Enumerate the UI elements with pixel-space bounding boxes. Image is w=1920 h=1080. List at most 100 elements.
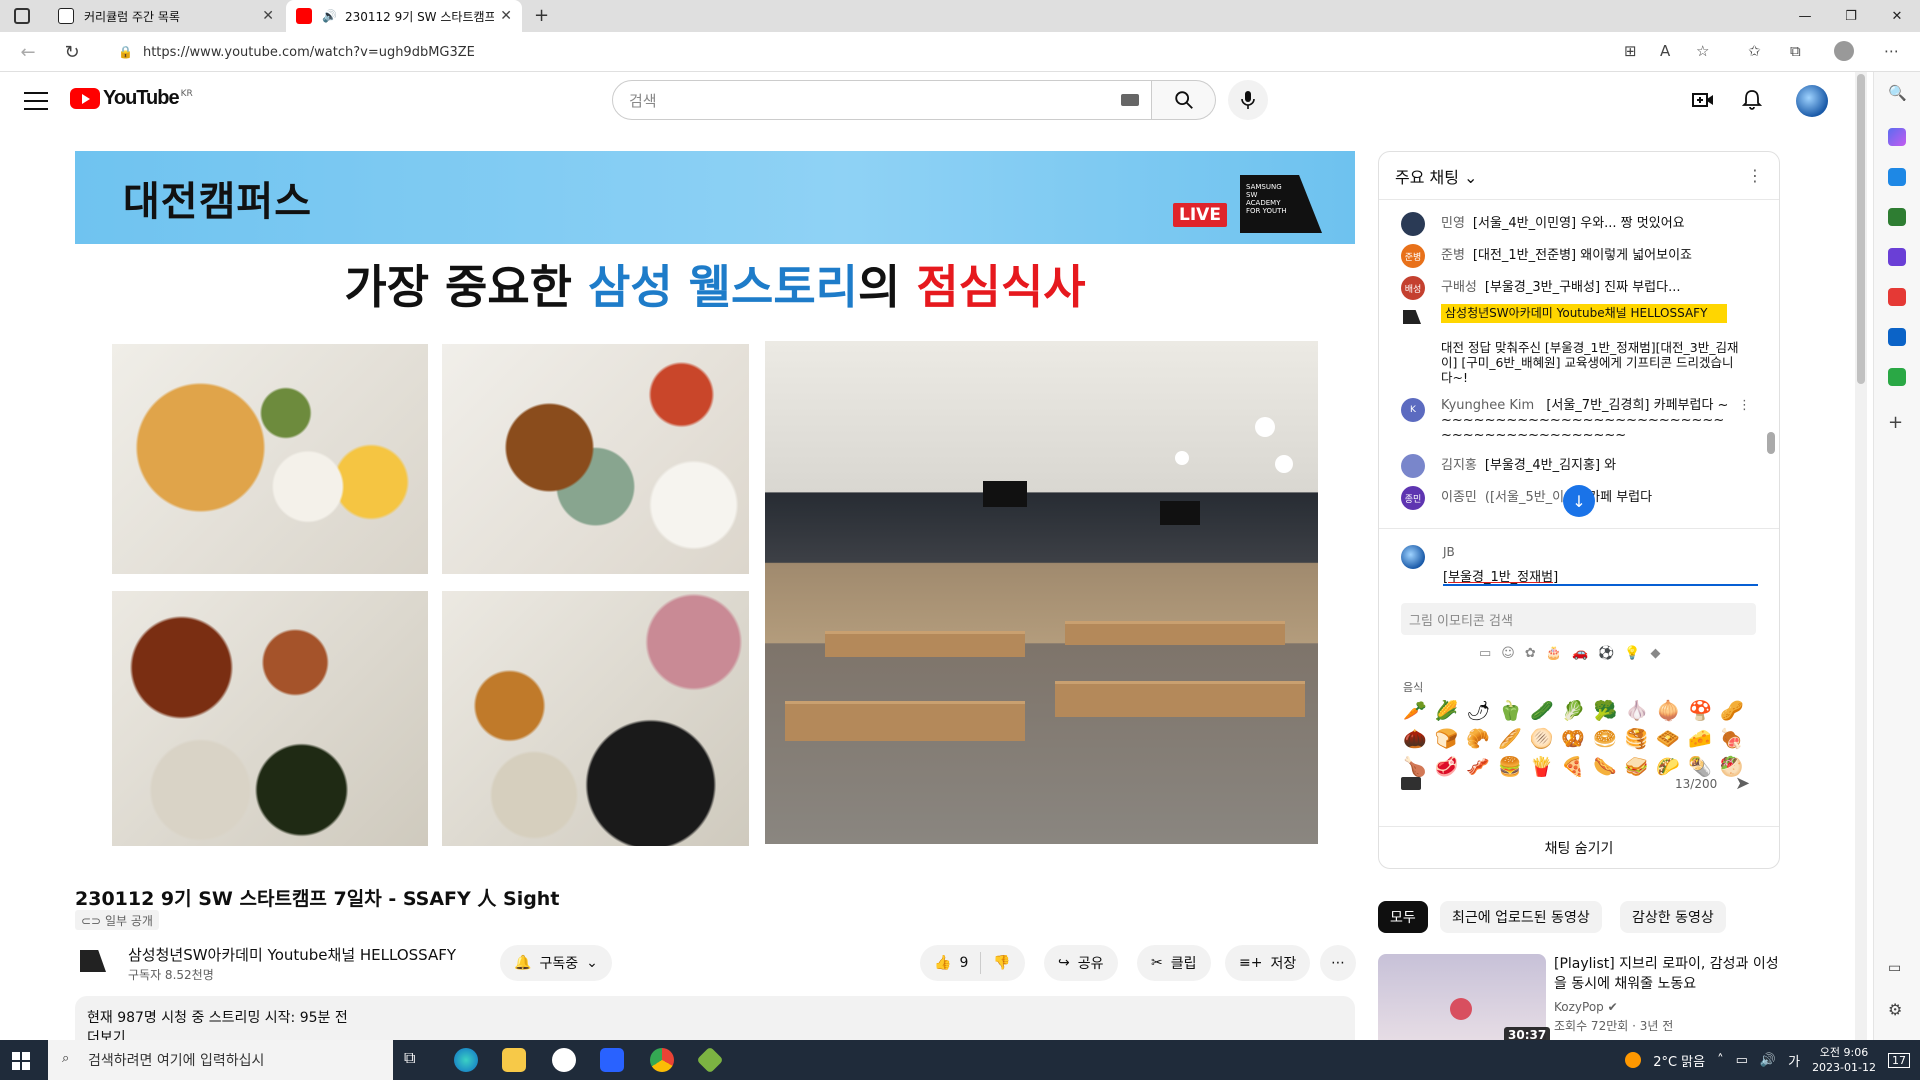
emoji[interactable]: 🌰 [1403, 727, 1427, 750]
emoji[interactable]: 🍄 [1689, 699, 1713, 722]
emoji[interactable]: 🥨 [1561, 727, 1585, 750]
notifications-bell-icon[interactable] [1739, 87, 1765, 113]
emoji[interactable]: 🥦 [1593, 699, 1617, 722]
volume-icon[interactable]: 🔊 [1760, 1053, 1776, 1068]
weather-text[interactable]: 2°C 맑음 [1653, 1051, 1705, 1070]
travel-tab-icon[interactable]: 🚗 [1572, 646, 1588, 661]
app-diamond-icon[interactable] [696, 1046, 724, 1074]
add-favorite-icon[interactable]: ☆ [1696, 42, 1709, 60]
collections-icon[interactable]: ⧉ [1790, 42, 1801, 60]
menu-icon[interactable] [24, 89, 48, 110]
add-sidebar-app-icon[interactable]: + [1888, 412, 1906, 433]
emoji[interactable]: 🫑 [1498, 699, 1522, 722]
shopping-icon[interactable] [1888, 168, 1906, 186]
back-icon[interactable]: ← [16, 40, 40, 64]
chip-all[interactable]: 모두 [1378, 901, 1428, 933]
emoji[interactable]: 🥞 [1625, 727, 1649, 750]
objects-tab-icon[interactable]: 💡 [1624, 646, 1640, 661]
read-aloud-icon[interactable]: A [1660, 42, 1670, 60]
send-icon[interactable]: ➤ [1735, 773, 1750, 794]
favorites-icon[interactable]: ✩ [1748, 42, 1761, 60]
chat-author[interactable]: 구배성 [1441, 276, 1477, 300]
emoji[interactable]: 🧀 [1688, 727, 1712, 750]
subscribed-button[interactable]: 🔔 구독중 ⌄ [500, 945, 612, 981]
chip-recent-uploads[interactable]: 최근에 업로드된 동영상 [1440, 901, 1602, 933]
emoji[interactable]: 🧇 [1656, 727, 1680, 750]
chat-author[interactable]: 민영 [1441, 212, 1465, 236]
user-avatar[interactable] [1796, 85, 1828, 117]
browser-menu-icon[interactable]: ⋯ [1884, 42, 1899, 60]
tray-chevron-icon[interactable]: ˄ [1717, 1053, 1724, 1068]
activity-tab-icon[interactable]: ⚽ [1598, 646, 1614, 661]
symbols-tab-icon[interactable]: ◆ [1651, 646, 1661, 661]
task-view-icon[interactable]: ⧉ [404, 1048, 428, 1072]
channel-avatar[interactable] [76, 944, 112, 980]
chat-author[interactable]: 준병 [1441, 244, 1465, 268]
edge-browser-icon[interactable] [454, 1048, 478, 1072]
games-icon[interactable] [1888, 248, 1906, 266]
clip-button[interactable]: ✂ 클립 [1137, 945, 1211, 981]
save-button[interactable]: ≡+ 저장 [1225, 945, 1311, 981]
start-button[interactable] [12, 1052, 30, 1070]
share-button[interactable]: ↪ 공유 [1044, 945, 1118, 981]
emoji[interactable]: 🧅 [1657, 699, 1681, 722]
search-icon[interactable]: 🔍 [1888, 84, 1907, 102]
voice-search-button[interactable] [1228, 80, 1268, 120]
more-actions-button[interactable]: ⋯ [1320, 945, 1356, 981]
emoji[interactable]: 🥒 [1530, 699, 1554, 722]
new-tab-button[interactable]: + [534, 5, 549, 26]
chrome-icon[interactable] [650, 1048, 674, 1072]
chat-message-input[interactable]: [부울경_1반_정재범] [1443, 564, 1758, 586]
taskbar-search[interactable]: ⌕ 검색하려면 여기에 입력하십시 [48, 1040, 393, 1080]
close-window-icon[interactable]: ✕ [1874, 0, 1920, 32]
sidebar-layout-icon[interactable]: ▭ [1888, 960, 1906, 978]
tab-curriculum[interactable]: 커리큘럼 주간 목록 ✕ [48, 0, 284, 32]
url-field[interactable]: 🔒 https://www.youtube.com/watch?v=ugh9db… [104, 37, 1714, 67]
emoji[interactable]: 🌽 [1435, 699, 1459, 722]
chat-mode-selector[interactable]: 주요 채팅 ⌄ [1395, 164, 1477, 188]
emoji[interactable]: 🥜 [1720, 699, 1744, 722]
emoji[interactable]: 🥐 [1466, 727, 1490, 750]
emoji[interactable]: 🧄 [1625, 699, 1649, 722]
emoji[interactable]: 🍔 [1498, 755, 1522, 778]
emoji[interactable]: 🍗 [1403, 755, 1427, 778]
video-player[interactable]: 대전캠퍼스 LIVE SAMSUNG SW ACADEMY FOR YOUTH … [75, 151, 1355, 851]
speaker-icon[interactable]: 🔊 [322, 9, 337, 23]
notification-center-icon[interactable]: 17 [1888, 1052, 1910, 1068]
message-menu-icon[interactable]: ⋮ [1738, 398, 1751, 443]
restore-icon[interactable]: ❐ [1828, 0, 1874, 32]
chat-author[interactable]: 김지홍 [1441, 454, 1477, 478]
profile-icon[interactable] [1834, 41, 1854, 61]
chip-watched[interactable]: 감상한 동영상 [1620, 901, 1726, 933]
emoji[interactable]: 🌶 [1466, 699, 1490, 722]
close-tab-icon[interactable]: ✕ [262, 8, 274, 24]
moderator-author[interactable]: 삼성청년SW아카데미 Youtube채널 HELLOSSAFY [1441, 304, 1727, 323]
emoji[interactable]: 🥪 [1625, 755, 1649, 778]
clock[interactable]: 오전 9:06 2023-01-12 [1812, 1045, 1876, 1075]
search-input[interactable]: 검색 [612, 80, 1152, 120]
office-icon[interactable] [1888, 288, 1906, 306]
scroll-to-bottom-button[interactable]: ↓ [1563, 485, 1595, 517]
like-button[interactable]: 👍 9 👎 [920, 945, 1025, 981]
file-explorer-icon[interactable] [502, 1048, 526, 1072]
chat-scrollbar-thumb[interactable] [1767, 432, 1775, 454]
reload-icon[interactable]: ↻ [60, 40, 84, 64]
emoji[interactable]: 🍖 [1720, 727, 1744, 750]
emoji[interactable]: 🥯 [1593, 727, 1617, 750]
emoji[interactable]: 🥖 [1498, 727, 1522, 750]
settings-gear-icon[interactable]: ⚙ [1888, 1000, 1906, 1019]
tab-actions-icon[interactable] [14, 8, 30, 24]
food-tab-icon[interactable]: 🎂 [1546, 646, 1562, 661]
scrollbar-thumb[interactable] [1857, 74, 1865, 384]
hide-chat-button[interactable]: 채팅 숨기기 [1379, 826, 1779, 868]
copilot-icon[interactable] [1888, 128, 1906, 146]
emoji[interactable]: 🥬 [1562, 699, 1586, 722]
chat-author[interactable]: Kyunghee Kim [1441, 398, 1534, 413]
tools-icon[interactable] [1888, 208, 1906, 226]
ime-indicator[interactable]: 가 [1788, 1051, 1800, 1070]
recommended-channel[interactable]: KozyPop ✔ [1554, 1000, 1618, 1014]
emoji[interactable]: 🍞 [1435, 727, 1459, 750]
emoji[interactable]: 🍕 [1561, 755, 1585, 778]
emoji[interactable]: 🥩 [1435, 755, 1459, 778]
network-icon[interactable]: ▭ [1736, 1053, 1748, 1068]
